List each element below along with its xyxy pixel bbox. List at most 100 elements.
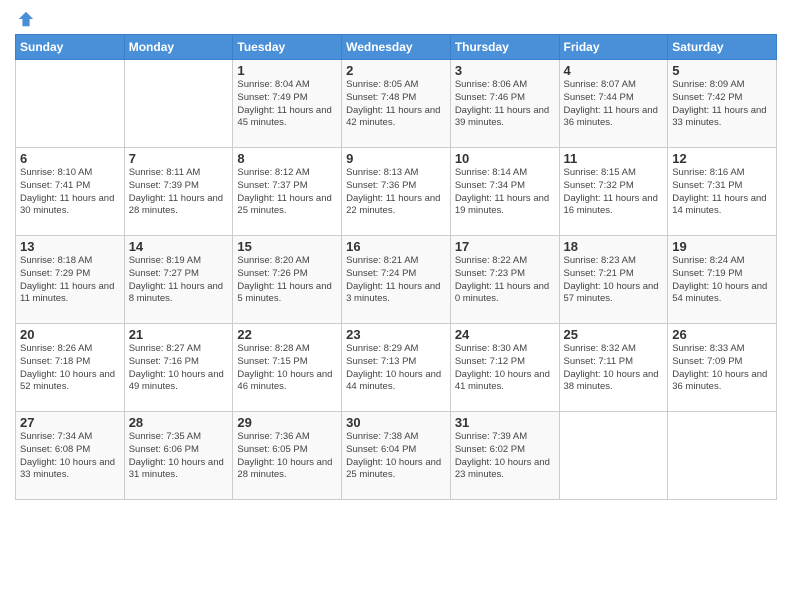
day-number: 26 bbox=[672, 327, 772, 342]
day-number: 31 bbox=[455, 415, 555, 430]
day-info: Sunrise: 8:33 AMSunset: 7:09 PMDaylight:… bbox=[672, 343, 772, 394]
logo-icon bbox=[17, 10, 35, 28]
calendar-cell: 25Sunrise: 8:32 AMSunset: 7:11 PMDayligh… bbox=[559, 324, 668, 412]
day-number: 8 bbox=[237, 151, 337, 166]
calendar-cell: 22Sunrise: 8:28 AMSunset: 7:15 PMDayligh… bbox=[233, 324, 342, 412]
day-info: Sunrise: 8:26 AMSunset: 7:18 PMDaylight:… bbox=[20, 343, 120, 394]
day-info: Sunrise: 7:38 AMSunset: 6:04 PMDaylight:… bbox=[346, 431, 446, 482]
day-number: 16 bbox=[346, 239, 446, 254]
calendar-cell: 19Sunrise: 8:24 AMSunset: 7:19 PMDayligh… bbox=[668, 236, 777, 324]
calendar-cell: 20Sunrise: 8:26 AMSunset: 7:18 PMDayligh… bbox=[16, 324, 125, 412]
calendar-cell: 9Sunrise: 8:13 AMSunset: 7:36 PMDaylight… bbox=[342, 148, 451, 236]
day-info: Sunrise: 8:05 AMSunset: 7:48 PMDaylight:… bbox=[346, 79, 446, 130]
day-info: Sunrise: 8:28 AMSunset: 7:15 PMDaylight:… bbox=[237, 343, 337, 394]
day-number: 17 bbox=[455, 239, 555, 254]
day-info: Sunrise: 8:18 AMSunset: 7:29 PMDaylight:… bbox=[20, 255, 120, 306]
day-number: 15 bbox=[237, 239, 337, 254]
calendar-cell: 27Sunrise: 7:34 AMSunset: 6:08 PMDayligh… bbox=[16, 412, 125, 500]
calendar-cell: 13Sunrise: 8:18 AMSunset: 7:29 PMDayligh… bbox=[16, 236, 125, 324]
day-info: Sunrise: 8:29 AMSunset: 7:13 PMDaylight:… bbox=[346, 343, 446, 394]
day-info: Sunrise: 8:30 AMSunset: 7:12 PMDaylight:… bbox=[455, 343, 555, 394]
calendar-cell: 4Sunrise: 8:07 AMSunset: 7:44 PMDaylight… bbox=[559, 60, 668, 148]
calendar-cell: 14Sunrise: 8:19 AMSunset: 7:27 PMDayligh… bbox=[124, 236, 233, 324]
day-number: 27 bbox=[20, 415, 120, 430]
day-info: Sunrise: 8:23 AMSunset: 7:21 PMDaylight:… bbox=[564, 255, 664, 306]
day-number: 30 bbox=[346, 415, 446, 430]
day-number: 12 bbox=[672, 151, 772, 166]
day-number: 21 bbox=[129, 327, 229, 342]
day-info: Sunrise: 8:27 AMSunset: 7:16 PMDaylight:… bbox=[129, 343, 229, 394]
day-number: 29 bbox=[237, 415, 337, 430]
day-info: Sunrise: 8:12 AMSunset: 7:37 PMDaylight:… bbox=[237, 167, 337, 218]
calendar-cell: 2Sunrise: 8:05 AMSunset: 7:48 PMDaylight… bbox=[342, 60, 451, 148]
calendar-cell bbox=[668, 412, 777, 500]
day-of-week-header: Tuesday bbox=[233, 35, 342, 60]
day-info: Sunrise: 8:14 AMSunset: 7:34 PMDaylight:… bbox=[455, 167, 555, 218]
calendar-cell: 18Sunrise: 8:23 AMSunset: 7:21 PMDayligh… bbox=[559, 236, 668, 324]
calendar-cell: 1Sunrise: 8:04 AMSunset: 7:49 PMDaylight… bbox=[233, 60, 342, 148]
calendar-cell: 31Sunrise: 7:39 AMSunset: 6:02 PMDayligh… bbox=[450, 412, 559, 500]
calendar-cell: 29Sunrise: 7:36 AMSunset: 6:05 PMDayligh… bbox=[233, 412, 342, 500]
day-number: 4 bbox=[564, 63, 664, 78]
day-number: 19 bbox=[672, 239, 772, 254]
calendar-cell: 16Sunrise: 8:21 AMSunset: 7:24 PMDayligh… bbox=[342, 236, 451, 324]
calendar-cell: 11Sunrise: 8:15 AMSunset: 7:32 PMDayligh… bbox=[559, 148, 668, 236]
day-info: Sunrise: 7:36 AMSunset: 6:05 PMDaylight:… bbox=[237, 431, 337, 482]
day-of-week-header: Thursday bbox=[450, 35, 559, 60]
day-of-week-header: Monday bbox=[124, 35, 233, 60]
calendar-cell: 24Sunrise: 8:30 AMSunset: 7:12 PMDayligh… bbox=[450, 324, 559, 412]
calendar-cell: 28Sunrise: 7:35 AMSunset: 6:06 PMDayligh… bbox=[124, 412, 233, 500]
day-info: Sunrise: 7:39 AMSunset: 6:02 PMDaylight:… bbox=[455, 431, 555, 482]
day-number: 24 bbox=[455, 327, 555, 342]
day-info: Sunrise: 8:32 AMSunset: 7:11 PMDaylight:… bbox=[564, 343, 664, 394]
day-number: 5 bbox=[672, 63, 772, 78]
calendar-cell: 6Sunrise: 8:10 AMSunset: 7:41 PMDaylight… bbox=[16, 148, 125, 236]
day-info: Sunrise: 8:06 AMSunset: 7:46 PMDaylight:… bbox=[455, 79, 555, 130]
day-number: 1 bbox=[237, 63, 337, 78]
day-info: Sunrise: 7:34 AMSunset: 6:08 PMDaylight:… bbox=[20, 431, 120, 482]
day-of-week-header: Wednesday bbox=[342, 35, 451, 60]
calendar-cell bbox=[559, 412, 668, 500]
calendar-cell: 15Sunrise: 8:20 AMSunset: 7:26 PMDayligh… bbox=[233, 236, 342, 324]
day-info: Sunrise: 8:20 AMSunset: 7:26 PMDaylight:… bbox=[237, 255, 337, 306]
day-number: 18 bbox=[564, 239, 664, 254]
calendar-cell: 10Sunrise: 8:14 AMSunset: 7:34 PMDayligh… bbox=[450, 148, 559, 236]
calendar-cell: 7Sunrise: 8:11 AMSunset: 7:39 PMDaylight… bbox=[124, 148, 233, 236]
day-number: 10 bbox=[455, 151, 555, 166]
day-info: Sunrise: 8:22 AMSunset: 7:23 PMDaylight:… bbox=[455, 255, 555, 306]
day-info: Sunrise: 8:07 AMSunset: 7:44 PMDaylight:… bbox=[564, 79, 664, 130]
day-number: 6 bbox=[20, 151, 120, 166]
day-number: 11 bbox=[564, 151, 664, 166]
calendar-cell: 8Sunrise: 8:12 AMSunset: 7:37 PMDaylight… bbox=[233, 148, 342, 236]
day-info: Sunrise: 8:21 AMSunset: 7:24 PMDaylight:… bbox=[346, 255, 446, 306]
logo-area bbox=[15, 10, 35, 28]
day-number: 25 bbox=[564, 327, 664, 342]
calendar-cell bbox=[124, 60, 233, 148]
day-info: Sunrise: 8:15 AMSunset: 7:32 PMDaylight:… bbox=[564, 167, 664, 218]
day-number: 20 bbox=[20, 327, 120, 342]
day-info: Sunrise: 8:16 AMSunset: 7:31 PMDaylight:… bbox=[672, 167, 772, 218]
day-info: Sunrise: 8:24 AMSunset: 7:19 PMDaylight:… bbox=[672, 255, 772, 306]
calendar-cell: 26Sunrise: 8:33 AMSunset: 7:09 PMDayligh… bbox=[668, 324, 777, 412]
calendar-cell: 17Sunrise: 8:22 AMSunset: 7:23 PMDayligh… bbox=[450, 236, 559, 324]
calendar-cell: 30Sunrise: 7:38 AMSunset: 6:04 PMDayligh… bbox=[342, 412, 451, 500]
day-number: 28 bbox=[129, 415, 229, 430]
page: SundayMondayTuesdayWednesdayThursdayFrid… bbox=[0, 0, 792, 612]
day-of-week-header: Sunday bbox=[16, 35, 125, 60]
day-number: 3 bbox=[455, 63, 555, 78]
day-info: Sunrise: 8:04 AMSunset: 7:49 PMDaylight:… bbox=[237, 79, 337, 130]
day-number: 7 bbox=[129, 151, 229, 166]
day-info: Sunrise: 8:13 AMSunset: 7:36 PMDaylight:… bbox=[346, 167, 446, 218]
day-number: 2 bbox=[346, 63, 446, 78]
header bbox=[15, 10, 777, 28]
calendar-cell: 21Sunrise: 8:27 AMSunset: 7:16 PMDayligh… bbox=[124, 324, 233, 412]
calendar-cell: 23Sunrise: 8:29 AMSunset: 7:13 PMDayligh… bbox=[342, 324, 451, 412]
day-number: 9 bbox=[346, 151, 446, 166]
day-number: 14 bbox=[129, 239, 229, 254]
day-info: Sunrise: 8:11 AMSunset: 7:39 PMDaylight:… bbox=[129, 167, 229, 218]
day-of-week-header: Friday bbox=[559, 35, 668, 60]
day-info: Sunrise: 8:09 AMSunset: 7:42 PMDaylight:… bbox=[672, 79, 772, 130]
day-info: Sunrise: 8:19 AMSunset: 7:27 PMDaylight:… bbox=[129, 255, 229, 306]
day-number: 13 bbox=[20, 239, 120, 254]
day-info: Sunrise: 7:35 AMSunset: 6:06 PMDaylight:… bbox=[129, 431, 229, 482]
